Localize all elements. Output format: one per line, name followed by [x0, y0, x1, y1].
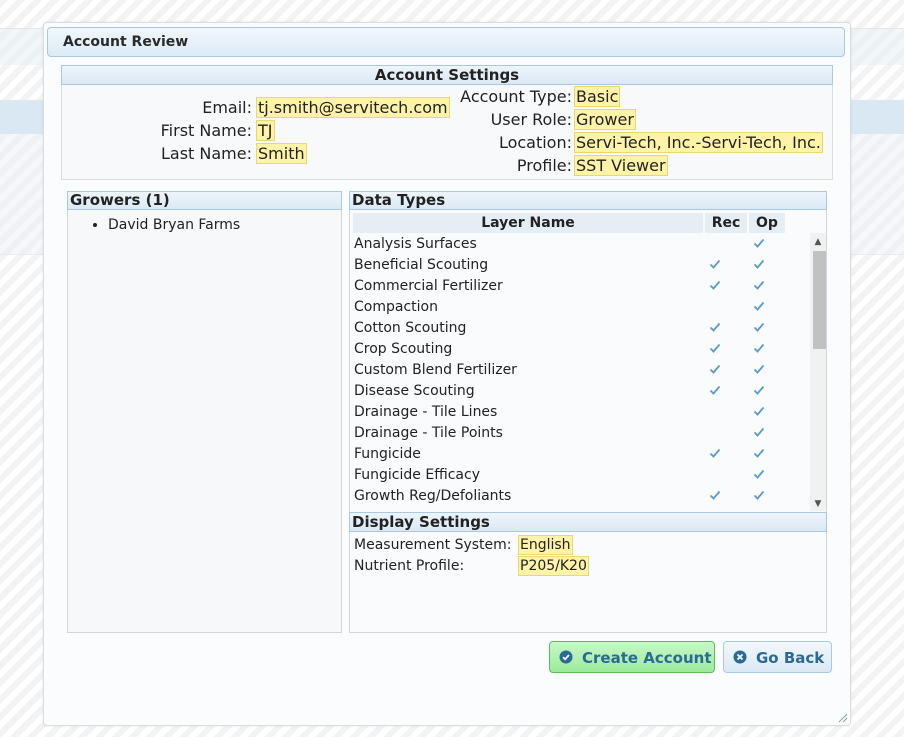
- rec-check-icon[interactable]: [709, 342, 723, 356]
- rec-check-icon[interactable]: [709, 489, 723, 503]
- layer-row[interactable]: Growth Reg/Defoliants: [354, 486, 809, 507]
- create-account-button[interactable]: Create Account: [549, 641, 715, 673]
- user-role-value: Grower: [574, 109, 636, 130]
- grower-item: David Bryan Farms: [108, 216, 341, 234]
- account-settings-header: Account Settings: [61, 65, 833, 85]
- nutrient-profile-label: Nutrient Profile:: [354, 558, 465, 574]
- op-check-icon[interactable]: [753, 363, 767, 377]
- rec-check-icon[interactable]: [709, 384, 723, 398]
- dialog-title: Account Review: [63, 34, 189, 50]
- layer-name: Commercial Fertilizer: [354, 278, 503, 294]
- rec-check-icon[interactable]: [709, 447, 723, 461]
- nutrient-profile-row: Nutrient Profile: P205/K20: [354, 556, 824, 576]
- layer-row[interactable]: Cotton Scouting: [354, 318, 809, 339]
- layer-row[interactable]: Analysis Surfaces: [354, 234, 809, 255]
- column-header-layer-name[interactable]: Layer Name: [353, 213, 703, 233]
- op-check-icon[interactable]: [753, 447, 767, 461]
- layer-row[interactable]: Commercial Fertilizer: [354, 276, 809, 297]
- create-account-label: Create Account: [582, 649, 712, 667]
- layer-name: Fungicide Efficacy: [354, 467, 480, 483]
- rec-check-icon[interactable]: [709, 279, 723, 293]
- growers-panel: David Bryan Farms: [67, 210, 342, 633]
- op-check-icon[interactable]: [753, 384, 767, 398]
- layer-row[interactable]: Beneficial Scouting: [354, 255, 809, 276]
- measurement-system-label: Measurement System:: [354, 537, 512, 553]
- op-check-icon[interactable]: [753, 237, 767, 251]
- data-types-header: Data Types: [349, 191, 827, 210]
- op-check-icon[interactable]: [753, 468, 767, 482]
- account-type-label: Account Type:: [460, 87, 572, 106]
- growers-header: Growers (1): [67, 191, 342, 210]
- layer-row[interactable]: Disease Scouting: [354, 381, 809, 402]
- layer-name: Crop Scouting: [354, 341, 453, 357]
- op-check-icon[interactable]: [753, 321, 767, 335]
- rec-check-icon[interactable]: [709, 258, 723, 272]
- go-back-label: Go Back: [756, 649, 825, 667]
- scroll-up-arrow-icon[interactable]: ▲: [812, 235, 824, 249]
- user-role-label: User Role:: [490, 110, 572, 129]
- column-header-rec[interactable]: Rec: [705, 213, 747, 233]
- op-check-icon[interactable]: [753, 300, 767, 314]
- layer-row[interactable]: Compaction: [354, 297, 809, 318]
- rec-check-icon[interactable]: [709, 363, 723, 377]
- layer-name: Analysis Surfaces: [354, 236, 477, 252]
- measurement-system-row: Measurement System: English: [354, 535, 824, 555]
- column-header-op[interactable]: Op: [749, 213, 785, 233]
- account-review-dialog: Account Review Account Settings Email: t…: [43, 22, 851, 726]
- close-circle-icon: [733, 650, 747, 664]
- account-type-value: Basic: [574, 86, 621, 107]
- measurement-system-value: English: [518, 535, 573, 555]
- scroll-down-arrow-icon[interactable]: ▼: [812, 497, 824, 511]
- email-value: tj.smith@servitech.com: [256, 97, 450, 118]
- go-back-button[interactable]: Go Back: [723, 641, 832, 673]
- location-value: Servi-Tech, Inc.-Servi-Tech, Inc.: [574, 132, 823, 153]
- layer-name: Beneficial Scouting: [354, 257, 489, 273]
- layer-row[interactable]: Fungicide: [354, 444, 809, 465]
- dialog-titlebar[interactable]: Account Review: [47, 27, 845, 57]
- account-settings-panel: Email: tj.smith@servitech.com First Name…: [61, 85, 833, 180]
- layer-name: Fungicide: [354, 446, 421, 462]
- layer-row[interactable]: Custom Blend Fertilizer: [354, 360, 809, 381]
- layer-name: Drainage - Tile Lines: [354, 404, 498, 420]
- layer-list-scrollbar[interactable]: ▲ ▼: [810, 233, 826, 511]
- layer-row[interactable]: Crop Scouting: [354, 339, 809, 360]
- first-name-label: First Name:: [160, 121, 252, 140]
- check-circle-icon: [559, 650, 573, 664]
- display-settings-header: Display Settings: [349, 512, 827, 532]
- layer-name: Drainage - Tile Points: [354, 425, 503, 441]
- resize-handle-icon[interactable]: [836, 711, 848, 723]
- layer-row[interactable]: Drainage - Tile Lines: [354, 402, 809, 423]
- op-check-icon[interactable]: [753, 405, 767, 419]
- profile-value: SST Viewer: [574, 155, 668, 176]
- email-label: Email:: [202, 98, 252, 117]
- layer-name: Growth Reg/Defoliants: [354, 488, 512, 504]
- data-types-panel: Layer Name Rec Op Analysis Surfaces Benef…: [349, 210, 827, 512]
- layer-name: Cotton Scouting: [354, 320, 467, 336]
- rec-check-icon[interactable]: [709, 321, 723, 335]
- layer-row[interactable]: Fungicide Efficacy: [354, 465, 809, 486]
- op-check-icon[interactable]: [753, 426, 767, 440]
- location-label: Location:: [498, 133, 572, 152]
- last-name-value: Smith: [256, 143, 307, 164]
- op-check-icon[interactable]: [753, 342, 767, 356]
- layer-name: Compaction: [354, 299, 438, 315]
- last-name-label: Last Name:: [160, 144, 252, 163]
- scroll-thumb[interactable]: [813, 251, 826, 349]
- nutrient-profile-value: P205/K20: [518, 556, 589, 576]
- op-check-icon[interactable]: [753, 258, 767, 272]
- op-check-icon[interactable]: [753, 489, 767, 503]
- first-name-value: TJ: [256, 120, 275, 141]
- op-check-icon[interactable]: [753, 279, 767, 293]
- growers-list: David Bryan Farms: [68, 216, 341, 234]
- display-settings-panel: Measurement System: English Nutrient Pro…: [349, 532, 827, 633]
- layer-name: Custom Blend Fertilizer: [354, 362, 517, 378]
- layer-name: Disease Scouting: [354, 383, 475, 399]
- profile-label: Profile:: [516, 156, 572, 175]
- layer-row[interactable]: Drainage - Tile Points: [354, 423, 809, 444]
